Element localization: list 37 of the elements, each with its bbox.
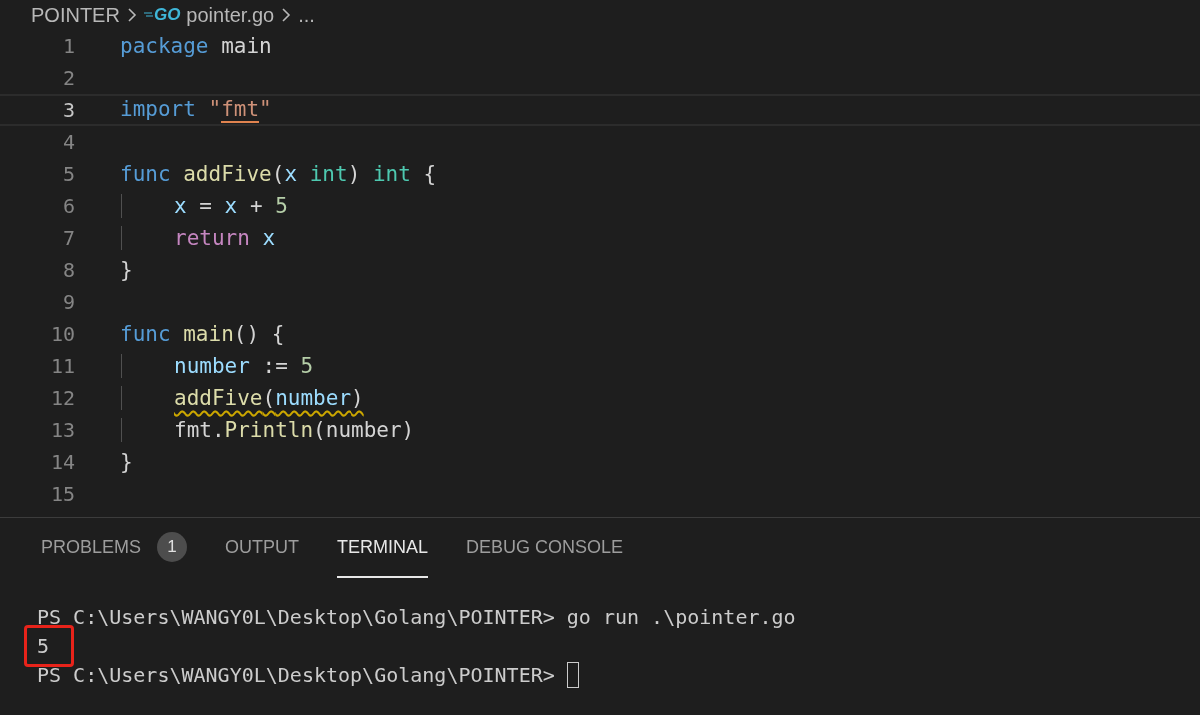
breadcrumb-item[interactable]: pointer.go: [186, 3, 275, 27]
code-line: x = x + 5: [121, 194, 288, 218]
line-number: 4: [61, 130, 75, 154]
panel-tab[interactable]: TERMINAL: [337, 518, 429, 578]
line-number: 5: [61, 162, 75, 186]
line-number: 11: [49, 354, 75, 378]
line-number: 3: [61, 98, 75, 122]
line-number: 12: [49, 386, 75, 410]
code-line: fmt.Println(number): [121, 418, 415, 442]
chevron-icon: [125, 6, 138, 24]
code-line: import "fmt": [120, 96, 272, 124]
code-line: func main() {: [120, 322, 285, 346]
code-line: return x: [121, 226, 276, 250]
panel-tab[interactable]: DEBUG CONSOLE: [466, 518, 624, 578]
line-number: 7: [61, 226, 75, 250]
code-line: }: [120, 258, 133, 282]
breadcrumb-item[interactable]: ...: [298, 3, 315, 27]
line-number: 1: [61, 34, 75, 58]
code-line: }: [120, 450, 133, 474]
line-number: 8: [61, 258, 75, 282]
line-number: 15: [49, 482, 75, 506]
panel-tab[interactable]: PROBLEMS 1: [41, 518, 188, 578]
code-line: package main: [120, 34, 272, 58]
code-line: addFive(number): [121, 386, 364, 410]
highlighted-output: 5: [24, 624, 75, 667]
line-number: 14: [49, 450, 75, 474]
line-number: 2: [61, 66, 75, 90]
code-line: func addFive(x int) int {: [120, 162, 437, 186]
count-badge: 1: [157, 532, 188, 562]
line-number: 10: [49, 322, 75, 346]
panel-tab[interactable]: OUTPUT: [225, 518, 300, 578]
chevron-icon: [280, 6, 293, 24]
line-number: 6: [61, 194, 75, 218]
line-number: 13: [49, 418, 75, 442]
code-line: number := 5: [121, 354, 314, 378]
line-number: 9: [61, 290, 75, 314]
breadcrumb-item[interactable]: POINTER: [31, 3, 120, 27]
